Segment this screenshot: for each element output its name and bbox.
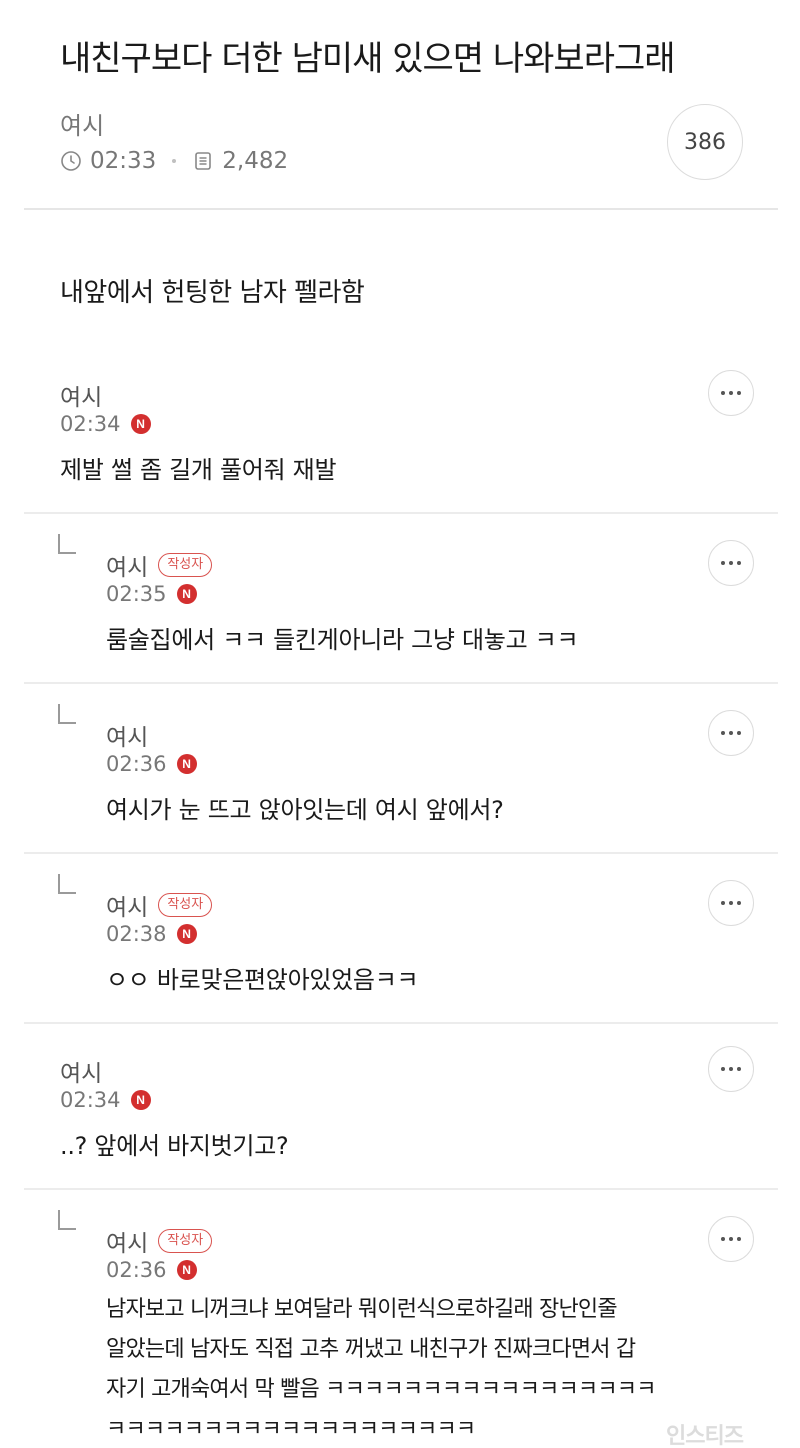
comment-time: 02:38	[106, 922, 167, 946]
comment-text: 여시가 눈 뜨고 앉아잇는데 여시 앞에서?	[106, 796, 504, 824]
more-options-button[interactable]	[708, 370, 754, 416]
comment-text-line: 자기 고개숙여서 막 빨음 ㅋㅋㅋㅋㅋㅋㅋㅋㅋㅋㅋㅋㅋㅋㅋㅋㅋ	[106, 1377, 656, 1402]
comment-divider	[24, 852, 778, 854]
comment-time-row: 02:36 N	[106, 752, 197, 776]
comment-divider	[24, 1188, 778, 1190]
comment-author-name: 여시	[106, 725, 149, 751]
more-options-button[interactable]	[708, 710, 754, 756]
more-options-button[interactable]	[708, 880, 754, 926]
comment-time-row: 02:34 N	[60, 412, 151, 436]
more-horizontal-icon	[721, 561, 725, 565]
comment-time: 02:35	[106, 582, 167, 606]
more-dot	[729, 391, 733, 395]
comment-time-row: 02:35 N	[106, 582, 197, 606]
new-badge: N	[130, 1090, 151, 1110]
comment-author[interactable]: 여시	[106, 718, 148, 752]
more-horizontal-icon	[721, 391, 725, 395]
comment-time: 02:34	[60, 412, 121, 436]
writer-badge: 작성자	[158, 893, 213, 917]
comment-time: 02:36	[106, 1258, 167, 1282]
more-dot	[729, 731, 733, 735]
more-options-button[interactable]	[708, 1216, 754, 1262]
comment-author[interactable]: 여시 작성자	[106, 548, 213, 582]
post-author[interactable]: 여시	[60, 106, 104, 141]
writer-badge: 작성자	[158, 553, 213, 577]
more-dot	[737, 1067, 741, 1071]
comment-author-name: 여시	[60, 385, 103, 411]
reply-arrow-icon	[58, 1210, 76, 1230]
comment-text: 남자보고 니꺼크냐 보여달라 뭐이런식으로하길래 장난인줄 알았는데 남자도 직…	[106, 1290, 656, 1448]
more-dot	[729, 1067, 733, 1071]
more-dot	[737, 1237, 741, 1241]
comment-text-line: 알았는데 남자도 직접 고추 꺼냈고 내친구가 진짜크다면서 갑	[106, 1337, 636, 1362]
reply-arrow-icon	[58, 704, 76, 724]
post-time: 02:33	[90, 148, 157, 174]
comment-text: ㅇㅇ 바로맞은편앉아있었음ㅋㅋ	[106, 966, 419, 994]
comment-time: 02:36	[106, 752, 167, 776]
comment-author[interactable]: 여시 작성자	[106, 888, 213, 922]
post-header: 내친구보다 더한 남미새 있으면 나와보라그래 여시 02:33 2,482 3…	[0, 0, 800, 210]
new-badge: N	[176, 924, 197, 944]
meta-separator	[172, 159, 177, 163]
reply-count-button[interactable]: 386	[667, 104, 743, 180]
comment-author-name: 여시	[60, 1061, 103, 1087]
post-title: 내친구보다 더한 남미새 있으면 나와보라그래	[60, 39, 676, 79]
new-badge: N	[176, 584, 197, 604]
comment-time: 02:34	[60, 1088, 121, 1112]
reply-arrow-icon	[58, 534, 76, 554]
document-icon	[195, 152, 212, 170]
comment-author-name: 여시	[106, 1231, 149, 1257]
comment-text: 룸술집에서 ㅋㅋ 들킨게아니라 그냥 대놓고 ㅋㅋ	[106, 626, 579, 654]
more-dot	[729, 561, 733, 565]
more-options-button[interactable]	[708, 1046, 754, 1092]
more-dot	[737, 901, 741, 905]
new-badge: N	[176, 1260, 197, 1280]
new-badge: N	[176, 754, 197, 774]
more-dot	[737, 391, 741, 395]
site-watermark: 인스티즈	[666, 1424, 744, 1448]
comment-divider	[24, 512, 778, 514]
header-divider	[24, 208, 778, 210]
comment-author-name: 여시	[106, 555, 149, 581]
clock-icon	[61, 151, 81, 171]
comment-text-line: 남자보고 니꺼크냐 보여달라 뭐이런식으로하길래 장난인줄	[106, 1297, 618, 1322]
more-horizontal-icon	[721, 1237, 725, 1241]
more-horizontal-icon	[721, 901, 725, 905]
more-dot	[737, 731, 741, 735]
comment-author[interactable]: 여시 작성자	[106, 1224, 213, 1258]
comment-text-line: ㅋㅋㅋㅋㅋㅋㅋㅋㅋㅋㅋㅋㅋㅋㅋㅋㅋㅋㅋ	[106, 1417, 476, 1442]
more-horizontal-icon	[721, 731, 725, 735]
writer-badge: 작성자	[158, 1229, 213, 1253]
new-badge: N	[130, 414, 151, 434]
comment-author[interactable]: 여시	[60, 378, 102, 412]
comment-text: 제발 썰 좀 길개 풀어줘 재발	[60, 456, 337, 484]
comment-divider	[24, 1022, 778, 1024]
more-options-button[interactable]	[708, 540, 754, 586]
comment-author-name: 여시	[106, 895, 149, 921]
comment-time-row: 02:36 N	[106, 1258, 197, 1282]
comment-time-row: 02:38 N	[106, 922, 197, 946]
more-dot	[729, 1237, 733, 1241]
comment-text: ..? 앞에서 바지벗기고?	[60, 1132, 289, 1160]
more-dot	[729, 901, 733, 905]
more-dot	[737, 561, 741, 565]
more-horizontal-icon	[721, 1067, 725, 1071]
post-views: 2,482	[222, 148, 289, 174]
post-body: 내앞에서 헌팅한 남자 펠라함	[60, 278, 365, 308]
comment-author[interactable]: 여시	[60, 1054, 102, 1088]
post-meta: 02:33 2,482	[60, 146, 288, 176]
comment-time-row: 02:34 N	[60, 1088, 151, 1112]
comment-divider	[24, 682, 778, 684]
reply-arrow-icon	[58, 874, 76, 894]
